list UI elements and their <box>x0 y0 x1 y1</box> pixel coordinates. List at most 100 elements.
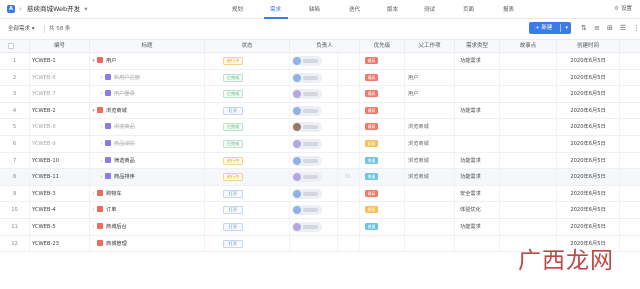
item-title[interactable]: 用户 <box>106 58 116 64</box>
item-id[interactable]: YCWEB-1 <box>30 53 90 69</box>
story-points[interactable] <box>500 69 557 86</box>
status-badge[interactable]: 已完成 <box>223 90 243 99</box>
requirement-type[interactable]: 功能需求 <box>455 102 500 119</box>
table-row[interactable]: 2 YCWEB-6 › 新用户注册 已完成 最高 用户 2020年6月5日 <box>0 69 640 87</box>
parent-item[interactable]: 浏览商城 <box>405 169 455 186</box>
more-icon[interactable]: ⋮ <box>633 24 640 33</box>
item-title[interactable]: 商品排序 <box>114 174 135 180</box>
requirement-type[interactable] <box>455 136 500 152</box>
row-number-cell[interactable]: 9 <box>0 185 30 202</box>
table-row[interactable]: 1 YCWEB-1 ▾ 用户 进行中 最高 功能需求 2020年6月5日 <box>0 53 640 70</box>
requirement-type[interactable]: 功能需求 <box>455 169 500 186</box>
column-header-created[interactable]: 创建时间 <box>557 40 620 53</box>
tab-4[interactable]: 版本 <box>387 6 398 14</box>
item-title[interactable]: 商品详情 <box>114 141 135 147</box>
story-points[interactable] <box>500 219 557 235</box>
item-id[interactable]: YCWEB-3 <box>30 185 90 202</box>
table-row[interactable]: 7 YCWEB-10 › 筛选商品 进行中 普通 浏览商城 功能需求 2020年6月5日 <box>0 152 640 170</box>
item-title[interactable]: 商城后台 <box>106 224 127 230</box>
story-points[interactable] <box>500 152 557 169</box>
row-number-cell[interactable]: 7 <box>0 152 30 169</box>
requirement-type[interactable] <box>455 119 500 136</box>
priority-cell[interactable]: 最高 <box>360 53 405 69</box>
status-cell[interactable]: 打开 <box>205 235 290 252</box>
item-id[interactable]: YCWEB-2 <box>30 102 90 119</box>
row-number-cell[interactable]: 2 <box>0 69 30 86</box>
row-number-cell[interactable]: 5 <box>0 119 30 136</box>
status-cell[interactable]: 已完成 <box>205 119 290 136</box>
priority-badge[interactable]: 最高 <box>365 106 378 114</box>
item-title[interactable]: 筛选商品 <box>114 158 135 164</box>
story-points[interactable] <box>500 136 557 152</box>
table-row[interactable]: 9 YCWEB-3 › 购物车 打开 最高 安全需求 2020年6月5日 <box>0 185 640 203</box>
row-number-cell[interactable]: 8 <box>0 169 30 186</box>
requirement-type[interactable] <box>455 86 500 103</box>
priority-cell[interactable] <box>360 235 405 252</box>
title-cell[interactable]: › 浏览商品 <box>90 119 205 136</box>
title-cell[interactable]: › 商城后台 <box>90 219 205 235</box>
owner-cell[interactable] <box>290 53 338 69</box>
table-row[interactable]: 3 YCWEB-7 › 用户登录 已完成 最高 用户 2020年6月5日 <box>0 86 640 103</box>
owner-cell[interactable] <box>290 152 338 169</box>
column-header-story-points[interactable]: 故事点 <box>500 40 557 53</box>
story-points[interactable] <box>500 169 557 186</box>
item-id[interactable]: YCWEB-7 <box>30 86 90 103</box>
item-id[interactable]: YCWEB-4 <box>30 202 90 219</box>
priority-badge[interactable]: 较高 <box>365 206 378 214</box>
row-number-cell[interactable]: 11 <box>0 219 30 235</box>
item-title[interactable]: 订单 <box>106 207 116 213</box>
chevron-down-icon[interactable]: ▾ <box>90 53 97 69</box>
status-cell[interactable]: 打开 <box>205 202 290 219</box>
sort-icon[interactable]: ⇅ <box>581 24 587 33</box>
requirement-type[interactable]: 功能需求 <box>455 152 500 169</box>
story-points[interactable] <box>500 202 557 219</box>
table-row[interactable]: 6 YCWEB-9 › 商品详情 已完成 较高 浏览商城 2020年6月5日 <box>0 136 640 153</box>
requirement-type[interactable]: 体验优化 <box>455 202 500 219</box>
requirement-type[interactable] <box>455 69 500 86</box>
item-id[interactable]: YCWEB-6 <box>30 69 90 86</box>
priority-badge[interactable]: 最高 <box>365 123 378 131</box>
priority-badge[interactable]: 普通 <box>365 223 378 230</box>
requirement-type[interactable]: 安全需求 <box>455 185 500 202</box>
row-number-cell[interactable]: 4 <box>0 102 30 119</box>
priority-cell[interactable]: 较高 <box>360 136 405 152</box>
row-number-cell[interactable]: 3 <box>0 86 30 103</box>
view-select[interactable]: 全部需求 ▾ <box>8 25 35 33</box>
story-points[interactable] <box>500 102 557 119</box>
status-cell[interactable]: 进行中 <box>205 152 290 169</box>
priority-badge[interactable]: 最高 <box>365 90 378 98</box>
owner-cell[interactable] <box>290 202 338 219</box>
owner-chip[interactable] <box>292 105 322 116</box>
story-points[interactable] <box>500 86 557 103</box>
priority-cell[interactable]: 最高 <box>360 69 405 86</box>
status-badge[interactable]: 进行中 <box>223 173 243 182</box>
parent-item[interactable]: 浏览商城 <box>405 119 455 136</box>
status-cell[interactable]: 进行中 <box>205 169 290 186</box>
item-title[interactable]: 浏览商品 <box>114 124 135 130</box>
status-badge[interactable]: 打开 <box>223 106 243 115</box>
owner-chip[interactable] <box>292 122 322 133</box>
chevron-right-icon[interactable]: › <box>90 202 97 218</box>
title-cell[interactable]: › 购物车 <box>90 185 205 202</box>
title-cell[interactable]: 商城管理 <box>90 235 205 252</box>
row-number-cell[interactable]: 12 <box>0 235 30 252</box>
app-logo[interactable]: A <box>7 5 15 13</box>
owner-chip[interactable] <box>292 139 322 149</box>
display-icon[interactable]: ☰ <box>620 24 626 33</box>
priority-badge[interactable]: 普通 <box>365 156 378 164</box>
tab-1[interactable]: 需求 <box>270 6 281 14</box>
item-title[interactable]: 新用户注册 <box>114 75 140 81</box>
group-icon[interactable]: ⊞ <box>607 24 613 33</box>
chevron-right-icon[interactable]: › <box>98 119 105 135</box>
status-badge[interactable]: 打开 <box>223 239 243 248</box>
requirement-type[interactable] <box>455 235 500 252</box>
status-cell[interactable]: 打开 <box>205 219 290 235</box>
parent-item[interactable] <box>405 202 455 219</box>
select-all-cell[interactable] <box>0 40 30 53</box>
status-cell[interactable]: 打开 <box>205 185 290 202</box>
item-title[interactable]: 用户登录 <box>114 91 135 97</box>
column-header-status[interactable]: 状态 <box>205 40 290 53</box>
new-item-button[interactable]: + 新建 ▾ <box>529 22 571 34</box>
status-cell[interactable]: 进行中 <box>205 53 290 69</box>
title-cell[interactable]: › 订单 <box>90 202 205 219</box>
